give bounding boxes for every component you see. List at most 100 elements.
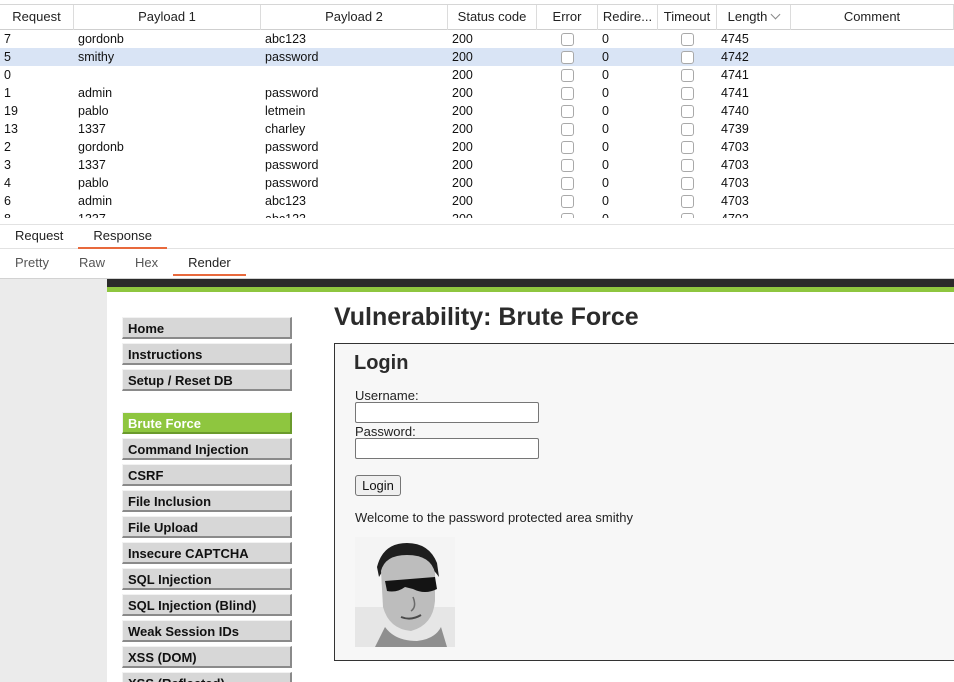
- cell-length: 4741: [721, 68, 749, 82]
- cell-timeout: [658, 174, 717, 192]
- cell-status: 200: [452, 50, 473, 64]
- cell-redirects: 0: [602, 158, 609, 172]
- cell-error: [537, 210, 598, 218]
- cell-error: [537, 156, 598, 174]
- cell-error: [537, 120, 598, 138]
- checkbox-icon: [561, 122, 574, 136]
- menu-item-file-upload[interactable]: File Upload: [122, 516, 292, 538]
- cell-status: 200: [452, 176, 473, 190]
- table-row[interactable]: 6 admin abc123 200 0 4703: [0, 192, 954, 210]
- cell-comment: [791, 156, 954, 174]
- side-menu: Home Instructions Setup / Reset DB Brute Fo…: [122, 317, 292, 682]
- column-header-redirects[interactable]: Redire...: [598, 5, 658, 30]
- table-row[interactable]: 5 smithy password 200 0 4742: [0, 48, 954, 66]
- cell-payload1: gordonb: [78, 140, 124, 154]
- checkbox-icon: [681, 176, 694, 190]
- cell-timeout: [658, 30, 717, 48]
- cell-request: 19: [4, 104, 18, 118]
- tab-raw[interactable]: Raw: [64, 252, 120, 276]
- menu-item-sql-injection-blind[interactable]: SQL Injection (Blind): [122, 594, 292, 616]
- cell-payload1: 1337: [78, 158, 106, 172]
- cell-timeout: [658, 156, 717, 174]
- cell-error: [537, 30, 598, 48]
- login-button[interactable]: Login: [355, 475, 401, 496]
- checkbox-icon: [561, 104, 574, 118]
- render-pane[interactable]: Home Instructions Setup / Reset DB Brute Fo…: [0, 278, 954, 682]
- checkbox-icon: [681, 50, 694, 64]
- cell-request: 6: [4, 194, 11, 208]
- cell-comment: [791, 102, 954, 120]
- cell-payload1: gordonb: [78, 32, 124, 46]
- cell-payload2: password: [265, 86, 319, 100]
- tab-hex[interactable]: Hex: [120, 252, 173, 276]
- table-row[interactable]: 19 pablo letmein 200 0 4740: [0, 102, 954, 120]
- cell-comment: [791, 120, 954, 138]
- header-green-band: [107, 287, 954, 292]
- tab-response[interactable]: Response: [78, 225, 167, 249]
- tab-request[interactable]: Request: [0, 225, 78, 249]
- menu-item-sql-injection[interactable]: SQL Injection: [122, 568, 292, 590]
- cell-error: [537, 48, 598, 66]
- checkbox-icon: [561, 176, 574, 190]
- username-input[interactable]: [355, 402, 539, 423]
- cell-payload1: [74, 66, 261, 84]
- column-header-request[interactable]: Request: [0, 5, 74, 30]
- cell-request: 3: [4, 158, 11, 172]
- column-header-payload2[interactable]: Payload 2: [261, 5, 448, 30]
- column-header-error[interactable]: Error: [537, 5, 598, 30]
- cell-length: 4740: [721, 104, 749, 118]
- cell-payload2: [261, 66, 448, 84]
- cell-request: 5: [4, 50, 11, 64]
- checkbox-icon: [561, 68, 574, 82]
- table-row[interactable]: 7 gordonb abc123 200 0 4745: [0, 30, 954, 48]
- cell-payload1: 1337: [74, 210, 261, 218]
- menu-item-command-injection[interactable]: Command Injection: [122, 438, 292, 460]
- table-row[interactable]: 3 1337 password 200 0 4703: [0, 156, 954, 174]
- cell-status: 200: [452, 104, 473, 118]
- checkbox-icon: [681, 212, 694, 218]
- column-header-comment[interactable]: Comment: [791, 5, 954, 30]
- menu-item-setup-reset-db[interactable]: Setup / Reset DB: [122, 369, 292, 391]
- header-dark-band: [107, 279, 954, 287]
- menu-item-weak-session-ids[interactable]: Weak Session IDs: [122, 620, 292, 642]
- table-row[interactable]: 13 1337 charley 200 0 4739: [0, 120, 954, 138]
- column-header-timeout[interactable]: Timeout: [658, 5, 717, 30]
- cell-timeout: [658, 84, 717, 102]
- cell-timeout: [658, 138, 717, 156]
- checkbox-icon: [681, 122, 694, 136]
- table-row[interactable]: 2 gordonb password 200 0 4703: [0, 138, 954, 156]
- chevron-down-icon: [770, 9, 781, 20]
- cell-timeout: [658, 66, 717, 84]
- checkbox-icon: [561, 86, 574, 100]
- table-row[interactable]: 81337abc123200 0 4703: [0, 210, 954, 218]
- cell-status: 200: [452, 140, 473, 154]
- column-header-status[interactable]: Status code: [448, 5, 537, 30]
- menu-item-file-inclusion[interactable]: File Inclusion: [122, 490, 292, 512]
- cell-redirects: 0: [602, 194, 609, 208]
- checkbox-icon: [561, 140, 574, 154]
- tab-pretty[interactable]: Pretty: [0, 252, 64, 276]
- cell-comment: [791, 210, 954, 218]
- menu-item-insecure-captcha[interactable]: Insecure CAPTCHA: [122, 542, 292, 564]
- menu-item-instructions[interactable]: Instructions: [122, 343, 292, 365]
- column-header-payload1[interactable]: Payload 1: [74, 5, 261, 30]
- cell-length: 4741: [721, 86, 749, 100]
- table-row[interactable]: 1 admin password 200 0 4741: [0, 84, 954, 102]
- cell-payload2: abc123: [265, 32, 307, 46]
- checkbox-icon: [681, 194, 694, 208]
- table-row[interactable]: 0 200 0 4741: [0, 66, 954, 84]
- menu-item-xss-reflected[interactable]: XSS (Reflected): [122, 672, 292, 682]
- checkbox-icon: [681, 86, 694, 100]
- menu-item-home[interactable]: Home: [122, 317, 292, 339]
- menu-item-csrf[interactable]: CSRF: [122, 464, 292, 486]
- cell-payload2: abc123: [265, 194, 307, 208]
- password-input[interactable]: [355, 438, 539, 459]
- table-row[interactable]: 4 pablo password 200 0 4703: [0, 174, 954, 192]
- tab-render[interactable]: Render: [173, 252, 246, 276]
- cell-status: 200: [452, 122, 473, 136]
- cell-timeout: [658, 192, 717, 210]
- cell-timeout: [658, 102, 717, 120]
- column-header-length[interactable]: Length: [717, 5, 791, 30]
- menu-item-xss-dom[interactable]: XSS (DOM): [122, 646, 292, 668]
- menu-item-brute-force[interactable]: Brute Force: [122, 412, 292, 434]
